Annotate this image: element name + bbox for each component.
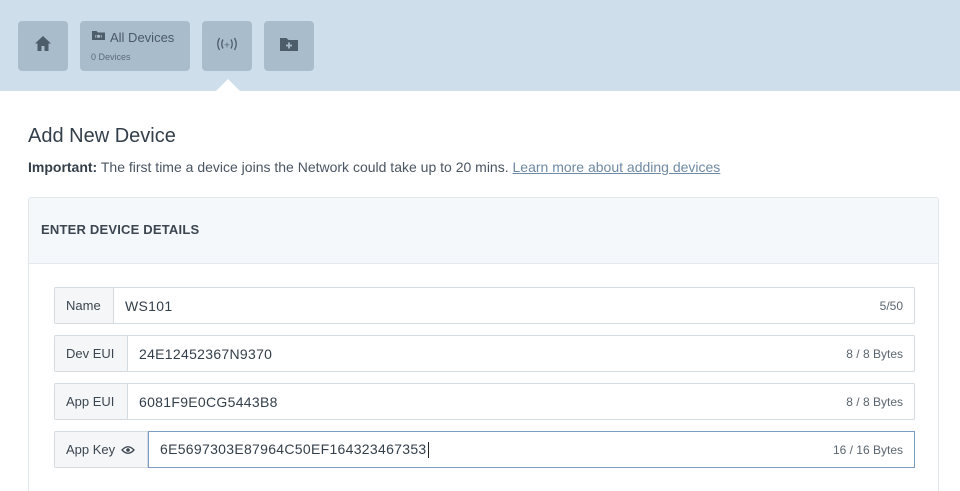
dev-eui-field[interactable]: Dev EUI 24E12452367N9370 8 / 8 Bytes: [54, 335, 915, 372]
add-device-button[interactable]: [264, 21, 314, 71]
text-caret: [427, 442, 429, 459]
name-counter: 5/50: [879, 298, 903, 313]
name-field[interactable]: Name WS101 5/50: [54, 287, 915, 324]
device-details-panel: ENTER DEVICE DETAILS Name WS101 5/50 Dev…: [28, 197, 939, 491]
all-devices-button[interactable]: All Devices 0 Devices: [80, 21, 190, 71]
top-navigation-bar: All Devices 0 Devices +: [0, 0, 960, 91]
app-key-input-area[interactable]: 6E5697303E87964C50EF164323467353: [149, 441, 833, 459]
name-input[interactable]: WS101: [114, 298, 880, 314]
svg-text:+: +: [224, 40, 231, 49]
app-key-input-wrap[interactable]: 6E5697303E87964C50EF164323467353 16 / 16…: [148, 431, 915, 468]
home-button[interactable]: [18, 21, 68, 71]
dev-eui-input[interactable]: 24E12452367N9370: [128, 346, 846, 362]
active-tab-pointer: [216, 79, 240, 91]
device-count: 0 Devices: [91, 52, 131, 62]
folder-add-icon: [279, 36, 299, 57]
notice-text: Important: The first time a device joins…: [28, 159, 720, 175]
notice-body: The first time a device joins the Networ…: [97, 159, 513, 175]
app-eui-label: App EUI: [55, 384, 128, 419]
learn-more-link[interactable]: Learn more about adding devices: [513, 159, 721, 175]
notice-bold: Important:: [28, 159, 98, 175]
eye-icon[interactable]: [121, 445, 136, 455]
all-devices-title: All Devices: [110, 29, 175, 45]
page-title: Add New Device: [28, 125, 176, 147]
gateway-button[interactable]: +: [202, 21, 252, 71]
panel-heading: ENTER DEVICE DETAILS: [29, 198, 938, 264]
app-key-label: App Key: [66, 442, 116, 457]
app-eui-counter: 8 / 8 Bytes: [846, 394, 903, 409]
app-eui-field[interactable]: App EUI 6081F9E0CG5443B8 8 / 8 Bytes: [54, 383, 915, 420]
name-label: Name: [55, 288, 114, 323]
folder-devices-icon: [91, 28, 106, 46]
app-key-label-cell: App Key: [55, 432, 148, 467]
home-icon: [34, 35, 52, 57]
dev-eui-counter: 8 / 8 Bytes: [846, 346, 903, 361]
dev-eui-label: Dev EUI: [55, 336, 128, 371]
app-key-field[interactable]: App Key 6E5697303E87964C50EF164323467353…: [54, 431, 915, 468]
app-key-counter: 16 / 16 Bytes: [832, 442, 903, 457]
app-key-input[interactable]: 6E5697303E87964C50EF164323467353: [160, 441, 427, 457]
app-eui-input[interactable]: 6081F9E0CG5443B8: [128, 394, 846, 410]
signal-icon: +: [214, 37, 240, 56]
